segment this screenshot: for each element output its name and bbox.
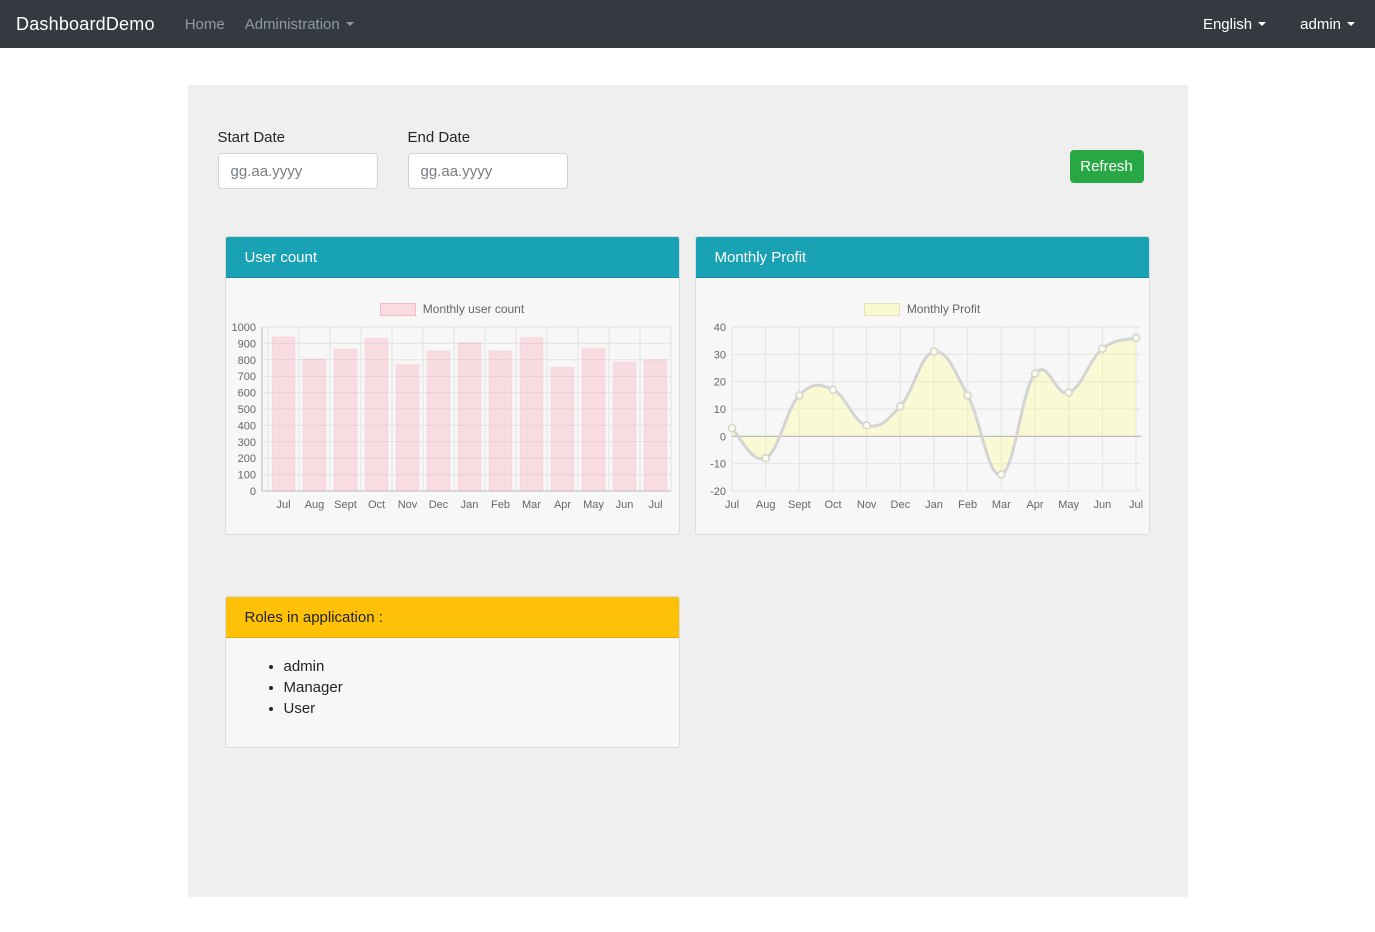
user-count-legend-label: Monthly user count <box>423 302 524 316</box>
svg-text:Aug: Aug <box>755 499 775 511</box>
svg-text:Feb: Feb <box>491 499 510 511</box>
roles-list: admin Manager User <box>226 638 679 719</box>
svg-text:Apr: Apr <box>1026 499 1043 511</box>
svg-text:Jul: Jul <box>276 499 290 511</box>
svg-text:Sept: Sept <box>334 499 357 511</box>
svg-text:40: 40 <box>713 322 725 334</box>
monthly-profit-panel-header: Monthly Profit <box>696 237 1149 278</box>
user-count-panel-header: User count <box>226 237 679 278</box>
language-dropdown[interactable]: English <box>1199 8 1270 41</box>
user-count-chart-body: Monthly user count 0 100 200 300 400 500 600 70… <box>226 278 679 528</box>
svg-text:Dec: Dec <box>428 499 448 511</box>
svg-text:Apr: Apr <box>553 499 570 511</box>
end-date-group: End Date <box>408 129 568 189</box>
svg-text:20: 20 <box>713 377 725 389</box>
svg-text:400: 400 <box>237 420 255 432</box>
roles-panel: Roles in application : admin Manager Use… <box>225 596 680 748</box>
legend-swatch-pink <box>380 303 416 316</box>
nav-home-label: Home <box>185 16 225 33</box>
monthly-profit-legend-label: Monthly Profit <box>907 302 980 316</box>
monthly-profit-chart-body: Monthly Profit -20 -10 0 10 20 30 40 Jul Aug Sept… <box>696 278 1149 528</box>
svg-text:Aug: Aug <box>304 499 324 511</box>
language-label: English <box>1203 16 1252 33</box>
end-date-label: End Date <box>408 129 568 146</box>
svg-text:900: 900 <box>237 338 255 350</box>
svg-text:May: May <box>1058 499 1079 511</box>
navbar-right: English admin <box>1199 8 1359 41</box>
chevron-down-icon <box>1258 22 1266 26</box>
start-date-label: Start Date <box>218 129 378 146</box>
svg-text:Nov: Nov <box>397 499 417 511</box>
user-count-panel: User count Monthly user count 0 100 200 300… <box>225 236 680 535</box>
svg-text:30: 30 <box>713 349 725 361</box>
user-dropdown[interactable]: admin <box>1296 8 1359 41</box>
svg-text:0: 0 <box>249 486 255 498</box>
svg-text:500: 500 <box>237 404 255 416</box>
svg-text:Dec: Dec <box>890 499 910 511</box>
svg-text:Oct: Oct <box>367 499 384 511</box>
monthly-profit-line-chart: -20 -10 0 10 20 30 40 Jul Aug Sept Oct Nov Dec Jan Feb… <box>696 322 1149 528</box>
svg-text:Feb: Feb <box>958 499 977 511</box>
monthly-profit-panel: Monthly Profit Monthly Profit -20 -10 0 10 2… <box>695 236 1150 535</box>
top-navbar: DashboardDemo Home Administration Englis… <box>0 0 1375 48</box>
user-label: admin <box>1300 16 1341 33</box>
end-date-input[interactable] <box>408 153 568 189</box>
app-brand[interactable]: DashboardDemo <box>16 14 155 35</box>
svg-text:Jun: Jun <box>615 499 633 511</box>
svg-text:10: 10 <box>713 404 725 416</box>
svg-text:Jul: Jul <box>724 499 738 511</box>
svg-text:800: 800 <box>237 355 255 367</box>
svg-text:Nov: Nov <box>856 499 876 511</box>
svg-text:-20: -20 <box>710 486 726 498</box>
nav-item-administration[interactable]: Administration <box>235 8 364 41</box>
svg-text:1000: 1000 <box>231 322 255 334</box>
svg-text:Mar: Mar <box>522 499 541 511</box>
svg-text:May: May <box>583 499 604 511</box>
main-nav: Home Administration <box>175 8 364 41</box>
svg-text:Jan: Jan <box>925 499 943 511</box>
svg-text:Jul: Jul <box>1128 499 1142 511</box>
role-item: admin <box>284 656 679 677</box>
svg-text:Mar: Mar <box>991 499 1010 511</box>
role-item: Manager <box>284 677 679 698</box>
user-count-legend[interactable]: Monthly user count <box>226 302 679 316</box>
svg-text:0: 0 <box>719 431 725 443</box>
svg-text:Jan: Jan <box>460 499 478 511</box>
dashboard-container: Start Date End Date Refresh User count M… <box>188 85 1188 897</box>
chevron-down-icon <box>346 22 354 26</box>
roles-panel-header: Roles in application : <box>226 597 679 638</box>
legend-swatch-yellow <box>864 303 900 316</box>
svg-text:-10: -10 <box>710 459 726 471</box>
chevron-down-icon <box>1347 22 1355 26</box>
nav-item-home[interactable]: Home <box>175 8 235 41</box>
role-item: User <box>284 698 679 719</box>
svg-text:Jun: Jun <box>1093 499 1111 511</box>
refresh-button[interactable]: Refresh <box>1070 150 1144 183</box>
svg-text:Oct: Oct <box>824 499 841 511</box>
monthly-profit-legend[interactable]: Monthly Profit <box>696 302 1149 316</box>
start-date-group: Start Date <box>218 129 378 189</box>
svg-text:700: 700 <box>237 371 255 383</box>
user-count-bar-chart: 0 100 200 300 400 500 600 700 800 900 1000 Jul Aug Se… <box>226 322 679 528</box>
svg-text:300: 300 <box>237 437 255 449</box>
svg-text:100: 100 <box>237 470 255 482</box>
start-date-input[interactable] <box>218 153 378 189</box>
svg-text:600: 600 <box>237 388 255 400</box>
svg-text:Jul: Jul <box>648 499 662 511</box>
nav-administration-label: Administration <box>245 16 340 33</box>
svg-text:Sept: Sept <box>788 499 811 511</box>
svg-text:200: 200 <box>237 453 255 465</box>
